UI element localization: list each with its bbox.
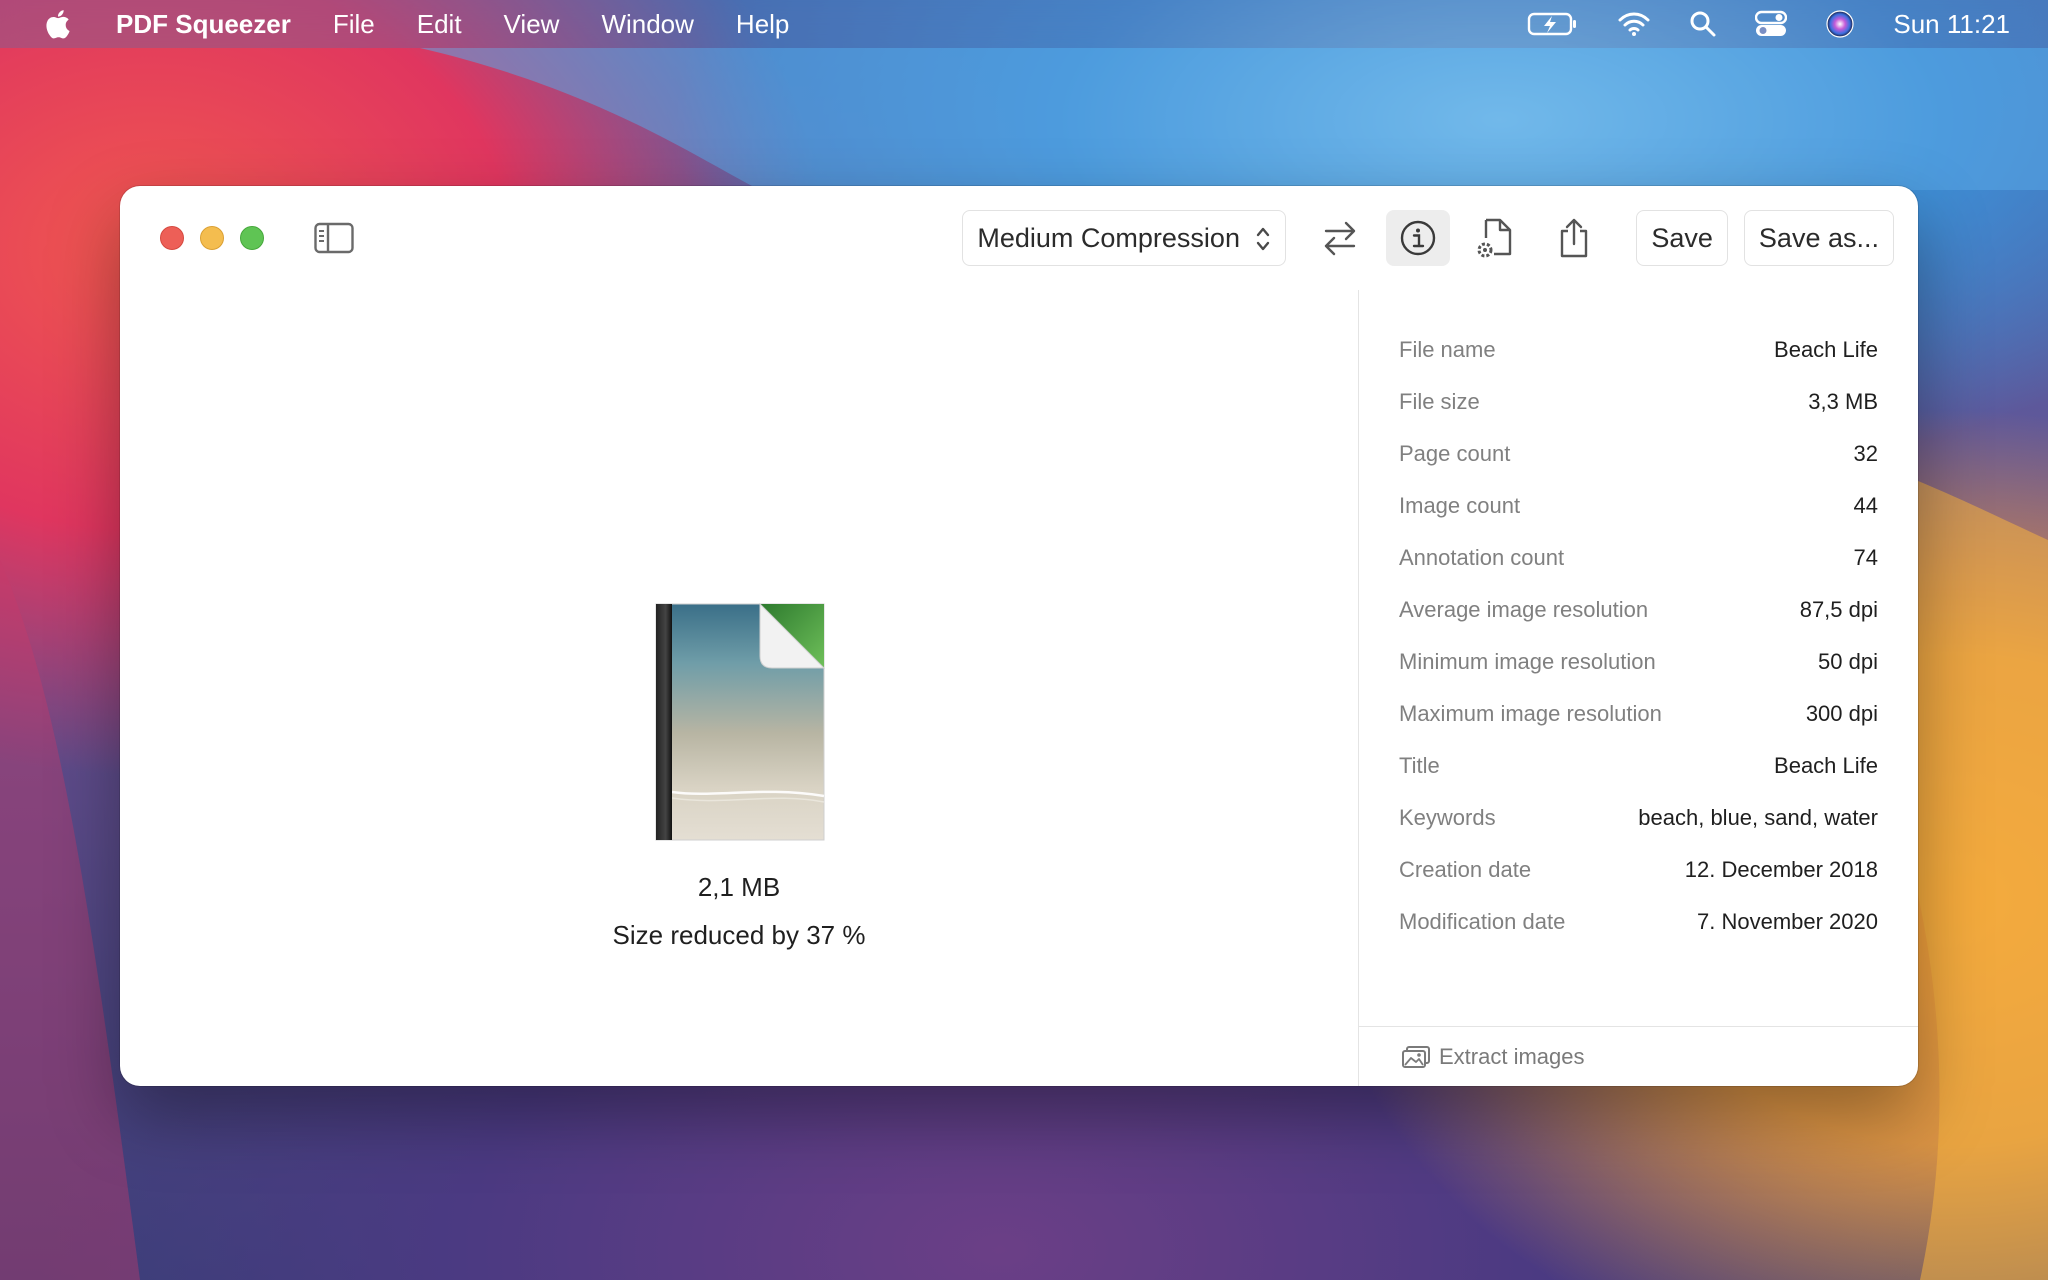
spotlight-search-icon[interactable]: [1689, 10, 1717, 38]
app-menu[interactable]: PDF Squeezer: [116, 9, 291, 40]
pdf-document-thumbnail[interactable]: [654, 602, 826, 842]
menu-edit[interactable]: Edit: [417, 9, 462, 40]
info-value: 3,3 MB: [1808, 389, 1878, 414]
document-settings-button[interactable]: [1464, 210, 1528, 266]
info-value: 7. November 2020: [1697, 909, 1878, 934]
size-reduction-text: Size reduced by 37 %: [612, 920, 866, 950]
info-value: 74: [1853, 545, 1878, 570]
info-value: 32: [1853, 441, 1878, 466]
info-value: 44: [1853, 493, 1878, 518]
info-row-maximum-resolution: Maximum image resolution 300 dpi: [1399, 694, 1878, 734]
info-row-keywords: Keywords beach, blue, sand, water: [1399, 798, 1878, 838]
info-label: Keywords: [1399, 805, 1496, 830]
info-button[interactable]: [1386, 210, 1451, 266]
menu-bar: PDF Squeezer File Edit View Window Help: [0, 0, 2048, 48]
info-value: beach, blue, sand, water: [1638, 805, 1878, 830]
save-as-button[interactable]: Save as...: [1743, 210, 1894, 266]
info-label: Title: [1399, 753, 1440, 778]
info-value: 300 dpi: [1805, 701, 1878, 726]
menu-view[interactable]: View: [504, 9, 560, 40]
info-label: File size: [1399, 389, 1480, 414]
menu-file[interactable]: File: [333, 9, 375, 40]
photos-icon: [1402, 1045, 1430, 1068]
info-row-file-size: File size 3,3 MB: [1399, 382, 1878, 422]
app-window: Medium Compression Save Save as... 2,1 M…: [120, 186, 1918, 1086]
info-panel: File name Beach Life File size 3,3 MB Pa…: [1358, 290, 1918, 1086]
info-value: 50 dpi: [1818, 649, 1878, 674]
battery-icon[interactable]: [1527, 11, 1579, 37]
compare-button[interactable]: [1308, 210, 1372, 266]
info-label: Modification date: [1399, 909, 1566, 934]
close-button[interactable]: [160, 226, 184, 250]
info-label: Page count: [1399, 441, 1511, 466]
wifi-icon[interactable]: [1617, 11, 1651, 37]
info-row-average-resolution: Average image resolution 87,5 dpi: [1399, 590, 1878, 630]
compression-preset-label: Medium Compression: [977, 222, 1240, 253]
info-icon: [1401, 220, 1436, 256]
siri-icon[interactable]: [1825, 9, 1855, 39]
info-label: Average image resolution: [1399, 597, 1649, 622]
menu-help[interactable]: Help: [736, 9, 789, 40]
info-label: Annotation count: [1399, 545, 1565, 570]
toolbar: Medium Compression Save Save as...: [962, 210, 1894, 266]
extract-images-label: Extract images: [1439, 1043, 1585, 1069]
extract-images-button[interactable]: Extract images: [1359, 1026, 1918, 1086]
compression-preset-select[interactable]: Medium Compression: [962, 210, 1287, 266]
window-controls: [160, 226, 264, 250]
zoom-button[interactable]: [240, 226, 264, 250]
info-value: 12. December 2018: [1684, 857, 1878, 882]
apple-icon[interactable]: [42, 8, 72, 40]
info-row-minimum-resolution: Minimum image resolution 50 dpi: [1399, 642, 1878, 682]
save-button[interactable]: Save: [1636, 210, 1728, 266]
share-button[interactable]: [1542, 210, 1606, 266]
info-value: 87,5 dpi: [1799, 597, 1878, 622]
info-row-title: Title Beach Life: [1399, 746, 1878, 786]
compressed-file-size: 2,1 MB: [697, 872, 781, 902]
document-gear-icon: [1477, 218, 1512, 258]
info-row-file-name: File name Beach Life: [1399, 330, 1878, 370]
info-value: Beach Life: [1774, 753, 1878, 778]
info-row-modification-date: Modification date 7. November 2020: [1399, 902, 1878, 942]
document-preview-area: 2,1 MB Size reduced by 37 %: [120, 290, 1358, 1086]
info-label: Maximum image resolution: [1399, 701, 1662, 726]
minimize-button[interactable]: [200, 226, 224, 250]
info-row-creation-date: Creation date 12. December 2018: [1399, 850, 1878, 890]
sidebar-toggle-icon[interactable]: [314, 222, 354, 254]
info-value: Beach Life: [1774, 337, 1878, 362]
info-row-page-count: Page count 32: [1399, 434, 1878, 474]
info-row-annotation-count: Annotation count 74: [1399, 538, 1878, 578]
info-label: File name: [1399, 337, 1496, 362]
menu-window[interactable]: Window: [601, 9, 693, 40]
info-label: Image count: [1399, 493, 1521, 518]
info-label: Minimum image resolution: [1399, 649, 1656, 674]
share-icon: [1561, 218, 1588, 258]
info-label: Creation date: [1399, 857, 1532, 882]
chevron-up-down-icon: [1257, 227, 1270, 251]
control-center-icon[interactable]: [1755, 10, 1788, 38]
info-row-image-count: Image count 44: [1399, 486, 1878, 526]
arrows-swap-icon: [1325, 221, 1356, 256]
menubar-clock[interactable]: Sun 11:21: [1893, 9, 2010, 40]
